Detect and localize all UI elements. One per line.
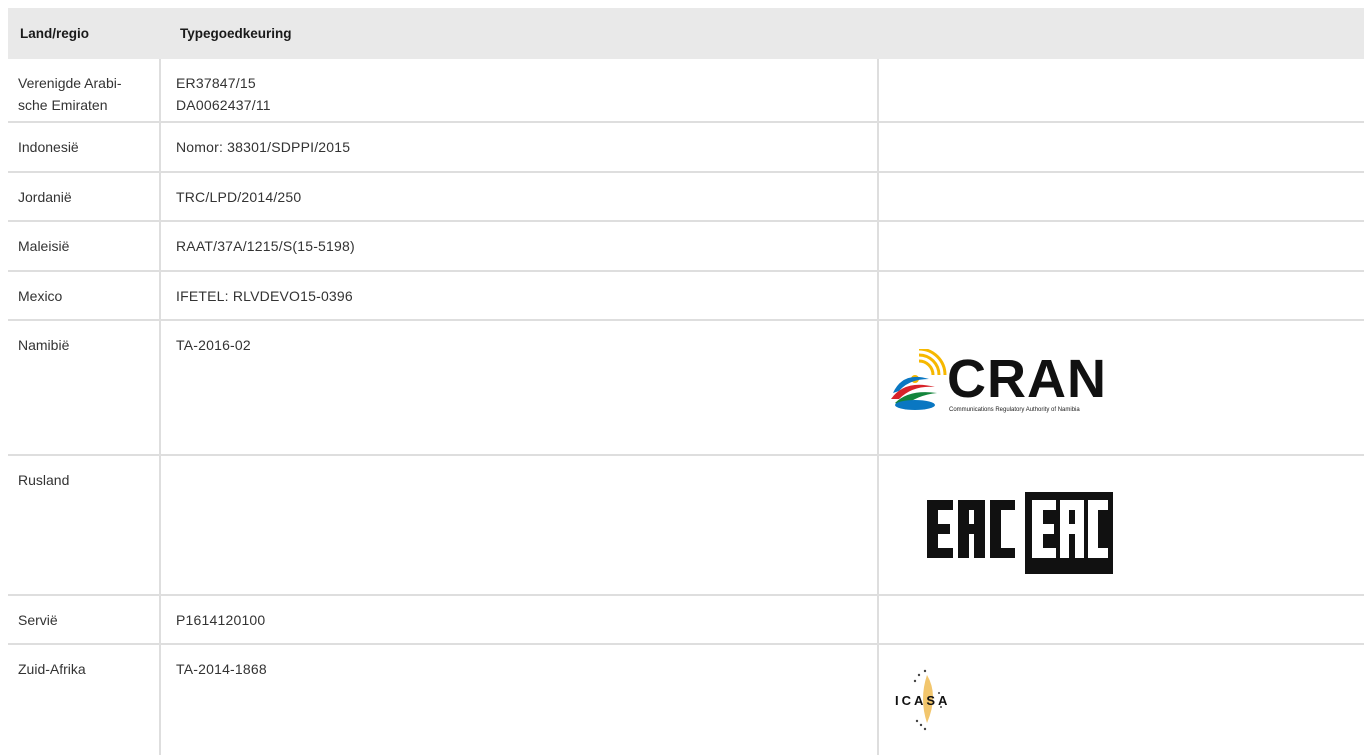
approval-code: DA0062437/11 [176,97,271,113]
cran-logo: CRAN Communications Regulatory Authority… [889,349,1149,419]
eac-logo [927,486,1117,574]
cell-approval: ER37847/15 DA0062437/11 [176,72,866,116]
approval-code: Nomor: 38301/SDPPI/2015 [176,139,351,155]
cell-country: Verenigde Arabi- sche Emiraten [18,72,148,116]
table-row: Zuid-Afrika TA-2014-1868 ICASA [8,645,1364,755]
country-line: Verenigde Arabi- [18,75,122,91]
cell-approval: RAAT/37A/1215/S(15-5198) [176,235,866,257]
cell-approval: TRC/LPD/2014/250 [176,186,866,208]
cell-mark: ICASA [879,645,1364,755]
table-row: Rusland [8,456,1364,596]
cell-mark [879,272,1364,319]
cell-country: Namibië [18,337,70,353]
cell-country: Indonesië [18,139,79,155]
header-approval: Typegoedkeuring [180,26,292,41]
cell-mark: CRAN Communications Regulatory Authority… [879,321,1364,454]
table-row: Servië P1614120100 [8,596,1364,645]
cell-country: Servië [18,612,58,628]
icasa-emblem-icon: ICASA [895,669,950,731]
approval-table: Land/regio Typegoedkeuring Verenigde Ara… [8,8,1364,755]
approval-code: P1614120100 [176,612,266,628]
cran-wordmark: CRAN [947,349,1107,409]
cell-mark [879,456,1364,594]
table-row: Jordanië TRC/LPD/2014/250 [8,173,1364,222]
approval-code: IFETEL: RLVDEVO15-0396 [176,288,353,304]
eac-mark-icon [927,492,1113,574]
cell-mark [879,123,1364,171]
approval-code: RAAT/37A/1215/S(15-5198) [176,238,355,254]
cell-approval: TA-2016-02 [176,334,866,356]
cell-approval: TA-2014-1868 [176,658,866,680]
cran-emblem-icon [891,349,947,410]
approval-code: TA-2016-02 [176,337,251,353]
icasa-wordmark: ICASA [895,693,950,708]
icasa-logo: ICASA [889,665,999,735]
cell-country: Jordanië [18,189,72,205]
cell-mark [879,596,1364,643]
table-row: Indonesië Nomor: 38301/SDPPI/2015 [8,123,1364,173]
cell-country: Zuid-Afrika [18,661,86,677]
cell-mark [879,59,1364,121]
cell-country: Rusland [18,472,70,488]
table-row: Maleisië RAAT/37A/1215/S(15-5198) [8,222,1364,272]
cell-approval: P1614120100 [176,609,866,631]
table-row: Mexico IFETEL: RLVDEVO15-0396 [8,272,1364,321]
country-line: sche Emiraten [18,97,108,113]
table-header: Land/regio Typegoedkeuring [8,8,1364,59]
table-row: Verenigde Arabi- sche Emiraten ER37847/1… [8,59,1364,123]
table-row: Namibië TA-2016-02 CRAN Communications R… [8,321,1364,456]
cran-subtitle: Communications Regulatory Authority of N… [949,407,1080,413]
cell-approval: Nomor: 38301/SDPPI/2015 [176,136,866,158]
cell-mark [879,222,1364,270]
cell-country: Maleisië [18,238,70,254]
header-country: Land/regio [20,26,90,41]
cell-country: Mexico [18,288,63,304]
cell-mark [879,173,1364,220]
approval-code: TA-2014-1868 [176,661,267,677]
cell-approval: IFETEL: RLVDEVO15-0396 [176,285,866,307]
approval-code: TRC/LPD/2014/250 [176,189,302,205]
approval-code: ER37847/15 [176,75,256,91]
